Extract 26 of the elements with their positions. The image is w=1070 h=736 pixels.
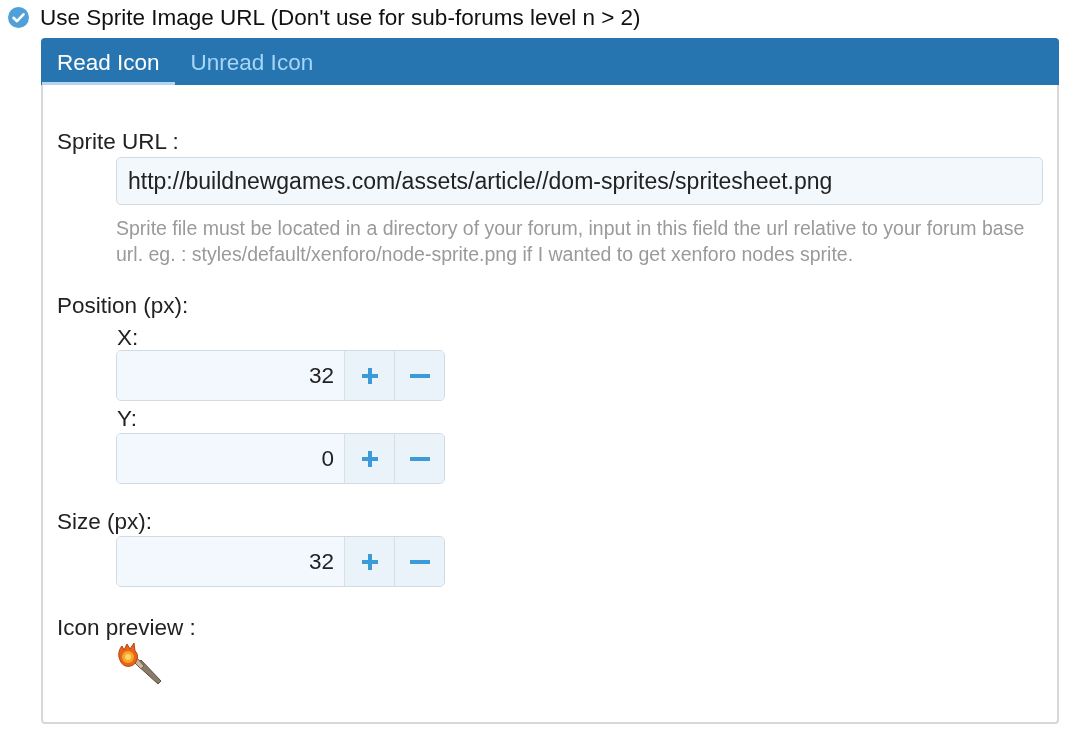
decrement-button[interactable] bbox=[394, 351, 444, 400]
number-stepper[interactable]: 32 bbox=[116, 350, 445, 401]
help-text: Sprite file must be located in a directory of your forum, input in this field the url relative to your forum base url. eg. : styles/default/xenforo/node-sprite.png if I wanted to get xenforo nodes sprite. bbox=[116, 216, 1026, 267]
tab[interactable]: Read Icon bbox=[42, 38, 175, 85]
axis-label: X: bbox=[116, 326, 139, 349]
option-label: Use Sprite Image URL (Don't use for sub-forums level n > 2) bbox=[40, 4, 641, 30]
increment-button[interactable] bbox=[344, 434, 394, 483]
decrement-button[interactable] bbox=[394, 537, 444, 586]
decrement-button[interactable] bbox=[394, 434, 444, 483]
url-input[interactable]: http://buildnewgames.com/assets/article//dom-sprites/spritesheet.png bbox=[116, 157, 1043, 205]
minus-icon bbox=[409, 456, 430, 461]
axis-label: Y: bbox=[116, 407, 138, 430]
field-label: Sprite URL : bbox=[57, 130, 179, 153]
field-label: Position (px): bbox=[57, 294, 189, 317]
increment-button[interactable] bbox=[344, 351, 394, 400]
minus-icon bbox=[409, 559, 430, 564]
number-stepper[interactable]: 32 bbox=[116, 536, 445, 587]
number-stepper[interactable]: 0 bbox=[116, 433, 445, 484]
increment-button[interactable] bbox=[344, 537, 394, 586]
checked-checkbox-icon[interactable] bbox=[8, 6, 29, 28]
field-label: Icon preview : bbox=[57, 616, 196, 639]
minus-icon bbox=[409, 373, 430, 378]
field-label: Size (px): bbox=[57, 510, 153, 533]
plus-icon bbox=[360, 552, 379, 571]
plus-icon bbox=[360, 449, 379, 468]
plus-icon bbox=[360, 366, 379, 385]
